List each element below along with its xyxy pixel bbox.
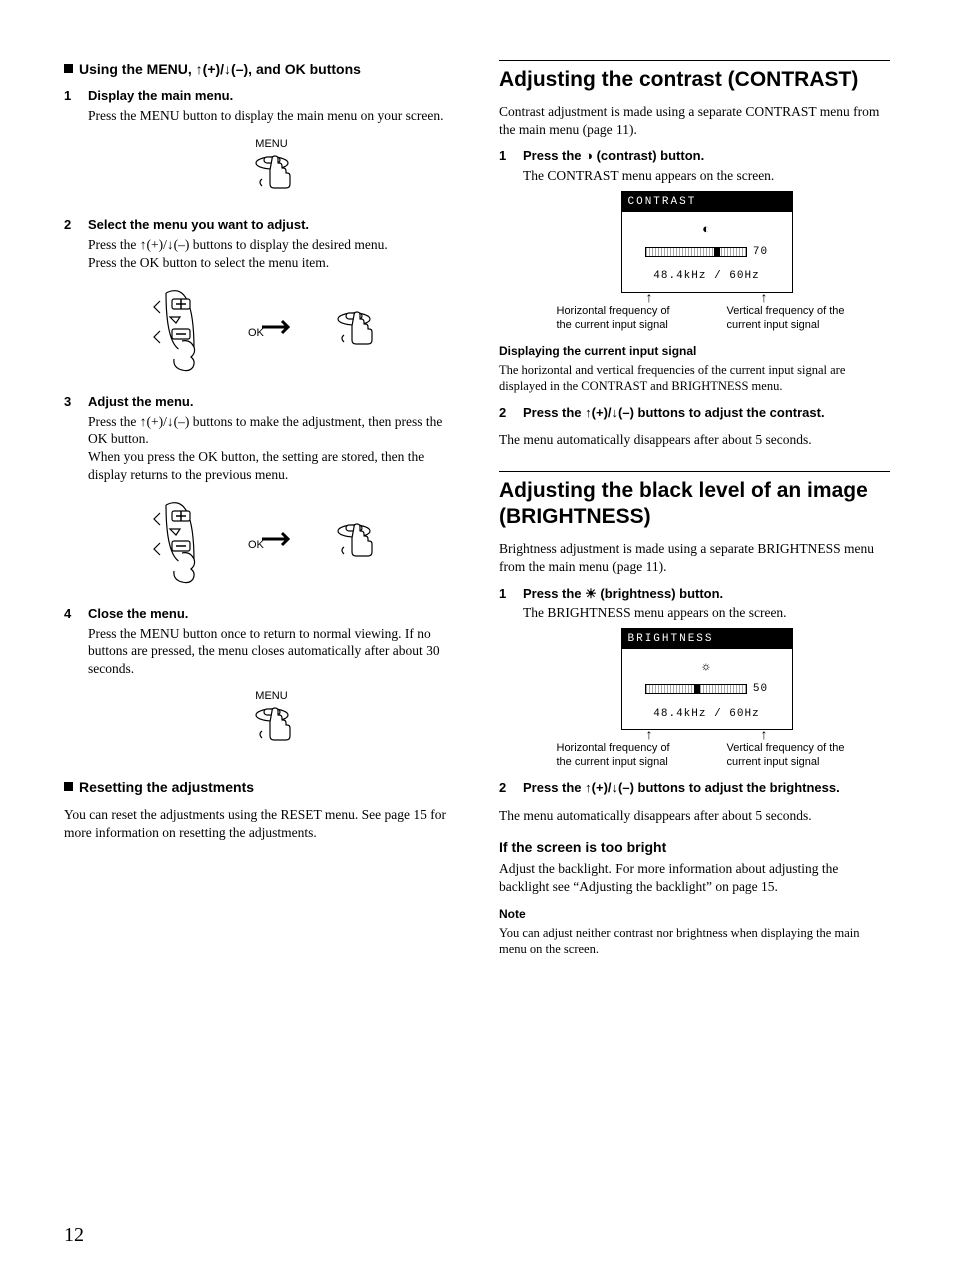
rocker-ok-illustration: OK xyxy=(88,483,455,596)
step-title: Press the ↑(+)/↓(–) buttons to adjust th… xyxy=(523,405,890,422)
step-title: Close the menu. xyxy=(88,606,455,623)
menu-label: MENU xyxy=(88,137,455,151)
brightness-osd: BRIGHTNESS ☼ 50 48.4kHz / 60Hz xyxy=(621,628,793,730)
step-title: Select the menu you want to adjust. xyxy=(88,217,455,234)
square-bullet-icon xyxy=(64,782,73,791)
step-text: The CONTRAST menu appears on the screen. xyxy=(523,167,890,185)
step-number: 1 xyxy=(499,586,523,770)
section-using-menu-heading: Using the MENU, ↑(+)/↓(–), and OK button… xyxy=(64,60,455,78)
step-title: Adjust the menu. xyxy=(88,394,455,411)
contrast-tail: The menu automatically disappears after … xyxy=(499,431,890,449)
menu-label: MENU xyxy=(88,689,455,703)
step-title: Press the ↑(+)/↓(–) buttons to adjust th… xyxy=(523,780,890,797)
brightness-icon: ☼ xyxy=(632,659,782,676)
displaying-signal-body: The horizontal and vertical frequencies … xyxy=(499,362,890,395)
brightness-heading: Adjusting the black level of an image (B… xyxy=(499,471,890,531)
osd-value: 50 xyxy=(753,682,768,696)
ok-label: OK xyxy=(248,538,264,552)
page-number: 12 xyxy=(64,1222,84,1248)
osd-frequency: 48.4kHz / 60Hz xyxy=(632,707,782,721)
callout-vertical: Vertical frequency of the current input … xyxy=(727,305,857,333)
step-number: 4 xyxy=(64,606,88,760)
step-text: When you press the OK button, the settin… xyxy=(88,448,455,483)
note-body: You can adjust neither contrast nor brig… xyxy=(499,925,890,958)
right-column: Adjusting the contrast (CONTRAST) Contra… xyxy=(499,60,890,966)
callout-arrows: ↑↑ xyxy=(523,732,890,740)
callouts: Horizontal frequency of the current inpu… xyxy=(523,742,890,770)
step-title: Display the main menu. xyxy=(88,88,455,105)
step-1: 1 Display the main menu. Press the MENU … xyxy=(64,88,455,207)
step-number: 1 xyxy=(499,148,523,332)
osd-slider xyxy=(645,247,747,257)
brightness-tail: The menu automatically disappears after … xyxy=(499,807,890,825)
step-text: Press the ↑(+)/↓(–) buttons to display t… xyxy=(88,236,455,254)
callout-horizontal: Horizontal frequency of the current inpu… xyxy=(557,305,687,333)
step-text: Press the OK button to select the menu i… xyxy=(88,254,455,272)
step-text: The BRIGHTNESS menu appears on the scree… xyxy=(523,604,890,622)
resetting-body: You can reset the adjustments using the … xyxy=(64,806,455,841)
step-number: 1 xyxy=(64,88,88,207)
page: Using the MENU, ↑(+)/↓(–), and OK button… xyxy=(0,0,954,1274)
menu-button-illustration: MENU xyxy=(88,125,455,208)
contrast-heading: Adjusting the contrast (CONTRAST) xyxy=(499,60,890,93)
too-bright-heading: If the screen is too bright xyxy=(499,838,890,856)
left-column: Using the MENU, ↑(+)/↓(–), and OK button… xyxy=(64,60,455,966)
step-number: 2 xyxy=(499,405,523,424)
callout-vertical: Vertical frequency of the current input … xyxy=(727,742,857,770)
rocker-ok-illustration: /*placeholder to keep structure, label v… xyxy=(88,271,455,384)
step-number: 2 xyxy=(64,217,88,384)
contrast-intro: Contrast adjustment is made using a sepa… xyxy=(499,103,890,138)
contrast-osd: CONTRAST ◐ 70 48.4kHz / 60Hz xyxy=(621,191,793,293)
step-3: 3 Adjust the menu. Press the ↑(+)/↓(–) b… xyxy=(64,394,455,596)
step-text: Press the ↑(+)/↓(–) buttons to make the … xyxy=(88,413,455,448)
step-title: Press the ◑ (contrast) button. xyxy=(523,148,890,165)
step-4: 4 Close the menu. Press the MENU button … xyxy=(64,606,455,760)
osd-title: CONTRAST xyxy=(622,192,792,212)
ok-label: OK xyxy=(248,326,264,340)
step-title: Press the ☀ (brightness) button. xyxy=(523,586,890,603)
too-bright-body: Adjust the backlight. For more informati… xyxy=(499,860,890,895)
brightness-step-2: 2 Press the ↑(+)/↓(–) buttons to adjust … xyxy=(499,780,890,799)
callout-horizontal: Horizontal frequency of the current inpu… xyxy=(557,742,687,770)
osd-value: 70 xyxy=(753,245,768,259)
step-text: Press the MENU button once to return to … xyxy=(88,625,455,678)
osd-frequency: 48.4kHz / 60Hz xyxy=(632,269,782,283)
step-number: 2 xyxy=(499,780,523,799)
callouts: Horizontal frequency of the current inpu… xyxy=(523,305,890,333)
contrast-icon: ◐ xyxy=(632,222,782,239)
brightness-step-1: 1 Press the ☀ (brightness) button. The B… xyxy=(499,586,890,770)
step-number: 3 xyxy=(64,394,88,596)
osd-title: BRIGHTNESS xyxy=(622,629,792,649)
square-bullet-icon xyxy=(64,64,73,73)
step-2: 2 Select the menu you want to adjust. Pr… xyxy=(64,217,455,384)
menu-button-illustration: MENU xyxy=(88,677,455,760)
note-label: Note xyxy=(499,907,890,923)
displaying-signal-heading: Displaying the current input signal xyxy=(499,344,890,360)
section-resetting-heading: Resetting the adjustments xyxy=(64,778,455,796)
callout-arrows: ↑↑ xyxy=(523,295,890,303)
osd-slider xyxy=(645,684,747,694)
brightness-intro: Brightness adjustment is made using a se… xyxy=(499,540,890,575)
contrast-step-1: 1 Press the ◑ (contrast) button. The CON… xyxy=(499,148,890,332)
contrast-step-2: 2 Press the ↑(+)/↓(–) buttons to adjust … xyxy=(499,405,890,424)
step-text: Press the MENU button to display the mai… xyxy=(88,107,455,125)
